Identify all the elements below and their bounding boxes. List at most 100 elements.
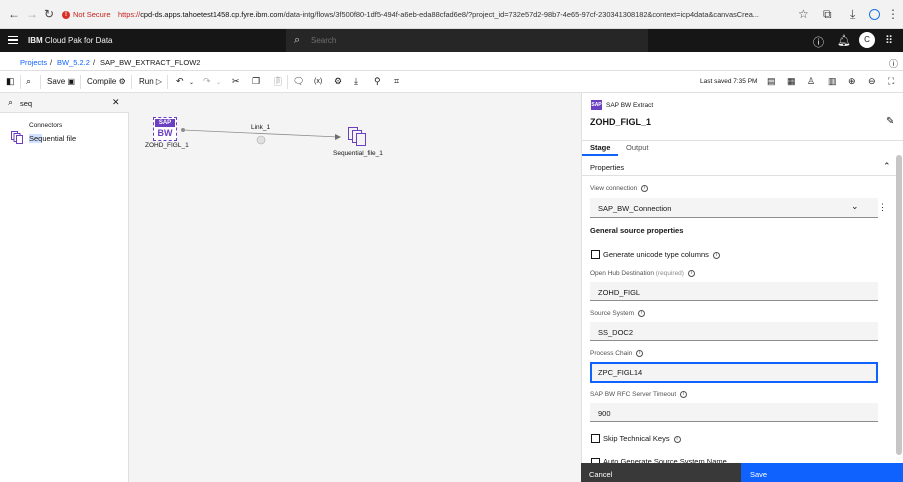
timeout-input[interactable]: 900 bbox=[590, 403, 878, 422]
bookmark-star-icon[interactable]: ☆ bbox=[798, 8, 809, 20]
export-icon[interactable]: ⤓ bbox=[354, 76, 358, 86]
not-secure-label: Not Secure bbox=[73, 10, 111, 19]
process-chain-text: Process Chain bbox=[590, 350, 633, 358]
info-icon[interactable]: i bbox=[641, 185, 649, 192]
info-icon[interactable]: i bbox=[712, 251, 720, 259]
url-scheme: https:// bbox=[118, 10, 141, 19]
hamburger-menu-icon[interactable] bbox=[8, 36, 18, 44]
redo-menu-chevron-icon[interactable]: ⌄ bbox=[216, 78, 221, 88]
sequential-file-icon bbox=[11, 131, 23, 144]
more-icon[interactable]: ⋮ bbox=[887, 8, 899, 20]
search-icon: ⌕ bbox=[8, 97, 14, 107]
parameters-icon[interactable]: (x) bbox=[314, 77, 322, 87]
redo-icon[interactable]: ↷ bbox=[203, 76, 211, 86]
global-search[interactable]: ⌕ Search bbox=[286, 29, 648, 52]
info-icon[interactable]: ⓘ bbox=[889, 57, 898, 70]
sap-bw-icon: SAP bbox=[591, 100, 602, 110]
table-view-icon[interactable]: ▥ bbox=[828, 76, 837, 86]
zoom-in-icon[interactable]: ⊕ bbox=[848, 76, 856, 86]
cut-icon[interactable]: ✂ bbox=[232, 76, 240, 86]
reload-icon[interactable]: ↻ bbox=[44, 8, 54, 20]
section-title: Properties bbox=[590, 163, 625, 172]
breadcrumb-separator: / bbox=[93, 58, 96, 67]
ohd-input[interactable]: ZOHD_FIGL bbox=[590, 282, 878, 301]
process-chain-input[interactable]: ZPC_FIGL14 bbox=[590, 362, 878, 383]
info-icon[interactable]: i bbox=[680, 391, 688, 398]
forward-icon[interactable]: → bbox=[26, 8, 38, 20]
bw-logo-text: BW bbox=[157, 128, 173, 138]
save-properties-button[interactable]: Save bbox=[741, 463, 903, 482]
divider bbox=[80, 75, 81, 89]
node-palette: ⌕ seq ✕ Connectors Sequential file bbox=[0, 93, 129, 482]
connection-value: SAP_BW_Connection bbox=[598, 204, 672, 213]
back-icon[interactable]: ← bbox=[8, 8, 20, 20]
zoom-out-icon[interactable]: ⊖ bbox=[868, 76, 876, 86]
skip-keys-checkbox[interactable] bbox=[591, 434, 600, 443]
calendar-icon[interactable]: ▤ bbox=[767, 76, 776, 86]
chevron-up-icon: ⌃ bbox=[883, 161, 891, 171]
arrange-icon[interactable]: ⚲ bbox=[374, 76, 381, 86]
copy-icon[interactable]: ❐ bbox=[252, 76, 260, 86]
run-button[interactable]: Run ▷ bbox=[139, 77, 162, 86]
info-icon[interactable]: i bbox=[636, 350, 644, 357]
not-secure-badge[interactable]: ! Not Secure bbox=[62, 10, 111, 19]
schedule-icon[interactable]: ▦ bbox=[787, 76, 796, 86]
sap-bw-node[interactable]: SAP BW bbox=[153, 117, 177, 141]
palette-search[interactable]: ⌕ seq ✕ bbox=[0, 93, 129, 113]
link-arrowhead bbox=[335, 134, 341, 140]
tab-output-label: Output bbox=[626, 143, 649, 152]
profile-icon[interactable] bbox=[869, 9, 880, 20]
person-icon[interactable]: ♙ bbox=[807, 76, 815, 86]
paste-icon[interactable]: 📋︎ bbox=[272, 76, 283, 86]
stage-type-label: SAP BW Extract bbox=[606, 102, 654, 109]
undo-icon[interactable]: ↶ bbox=[176, 76, 184, 86]
breadcrumb-projects[interactable]: Projects bbox=[20, 58, 47, 67]
user-avatar[interactable]: C bbox=[859, 32, 875, 48]
save-icon: ▣ bbox=[67, 77, 76, 86]
info-icon[interactable]: i bbox=[673, 435, 681, 443]
fullscreen-icon[interactable]: ⛶ bbox=[888, 76, 894, 86]
toggle-palette-icon[interactable]: ◧ bbox=[6, 76, 15, 86]
link-marker[interactable] bbox=[256, 135, 266, 145]
fit-icon[interactable]: ⌗ bbox=[394, 76, 399, 86]
properties-accordion-header[interactable]: Properties ⌃ bbox=[582, 158, 896, 176]
download-icon[interactable]: ⤓ bbox=[850, 8, 855, 20]
scrollbar[interactable] bbox=[896, 155, 902, 455]
clear-search-icon[interactable]: ✕ bbox=[112, 97, 120, 108]
tab-stage[interactable]: Stage bbox=[582, 139, 618, 156]
palette-item-sequential-file[interactable]: Sequential file bbox=[0, 127, 129, 149]
overflow-menu-icon[interactable]: ⋮ bbox=[878, 202, 887, 213]
source-system-input[interactable]: SS_DOC2 bbox=[590, 322, 878, 341]
app-switcher-icon[interactable]: ⠿ bbox=[885, 34, 893, 47]
compile-button[interactable]: Compile ⚙ bbox=[87, 77, 126, 86]
undo-menu-chevron-icon[interactable]: ⌄ bbox=[189, 78, 194, 88]
unicode-checkbox[interactable] bbox=[591, 250, 600, 259]
comment-icon[interactable]: 🗨︎ bbox=[293, 76, 304, 86]
search-icon: ⌕ bbox=[294, 34, 301, 46]
tab-output[interactable]: Output bbox=[618, 139, 658, 156]
sequential-file-node[interactable] bbox=[348, 127, 367, 147]
unicode-label: Generate unicode type columns i bbox=[603, 250, 720, 259]
save-button[interactable]: Save ▣ bbox=[47, 77, 75, 86]
cancel-button[interactable]: Cancel bbox=[581, 463, 741, 482]
general-properties-heading: General source properties bbox=[590, 226, 684, 235]
palette-item-label-rest: uential file bbox=[42, 134, 77, 143]
settings-icon[interactable]: ⚙ bbox=[334, 76, 342, 86]
extensions-icon[interactable]: ⧉ bbox=[823, 8, 832, 20]
view-connection-label: View connection i bbox=[590, 185, 649, 192]
help-icon[interactable]: ⓘ bbox=[813, 34, 824, 50]
edit-pencil-icon[interactable]: ✎ bbox=[886, 116, 894, 127]
flow-canvas[interactable]: SAP BW ZOHD_FIGL_1 Link_1 Sequential_fil… bbox=[129, 93, 581, 482]
notification-bell-icon[interactable]: 🔔︎ bbox=[837, 34, 851, 47]
connection-dropdown[interactable]: SAP_BW_Connection ⌄ bbox=[590, 198, 878, 218]
output-port[interactable] bbox=[181, 128, 185, 132]
url-domain: cpd-ds.apps.tahoetest1458.cp.fyre.ibm.co… bbox=[140, 10, 284, 19]
stage-name: ZOHD_FIGL_1 bbox=[590, 117, 652, 127]
find-icon[interactable]: ⌕ bbox=[26, 76, 31, 86]
address-bar[interactable]: https://cpd-ds.apps.tahoetest1458.cp.fyr… bbox=[118, 10, 790, 19]
info-icon[interactable]: i bbox=[638, 310, 646, 317]
divider bbox=[167, 75, 168, 89]
compile-icon: ⚙ bbox=[118, 77, 126, 86]
breadcrumb-project[interactable]: BW_5.2.2 bbox=[57, 58, 90, 67]
info-icon[interactable]: i bbox=[687, 270, 695, 277]
